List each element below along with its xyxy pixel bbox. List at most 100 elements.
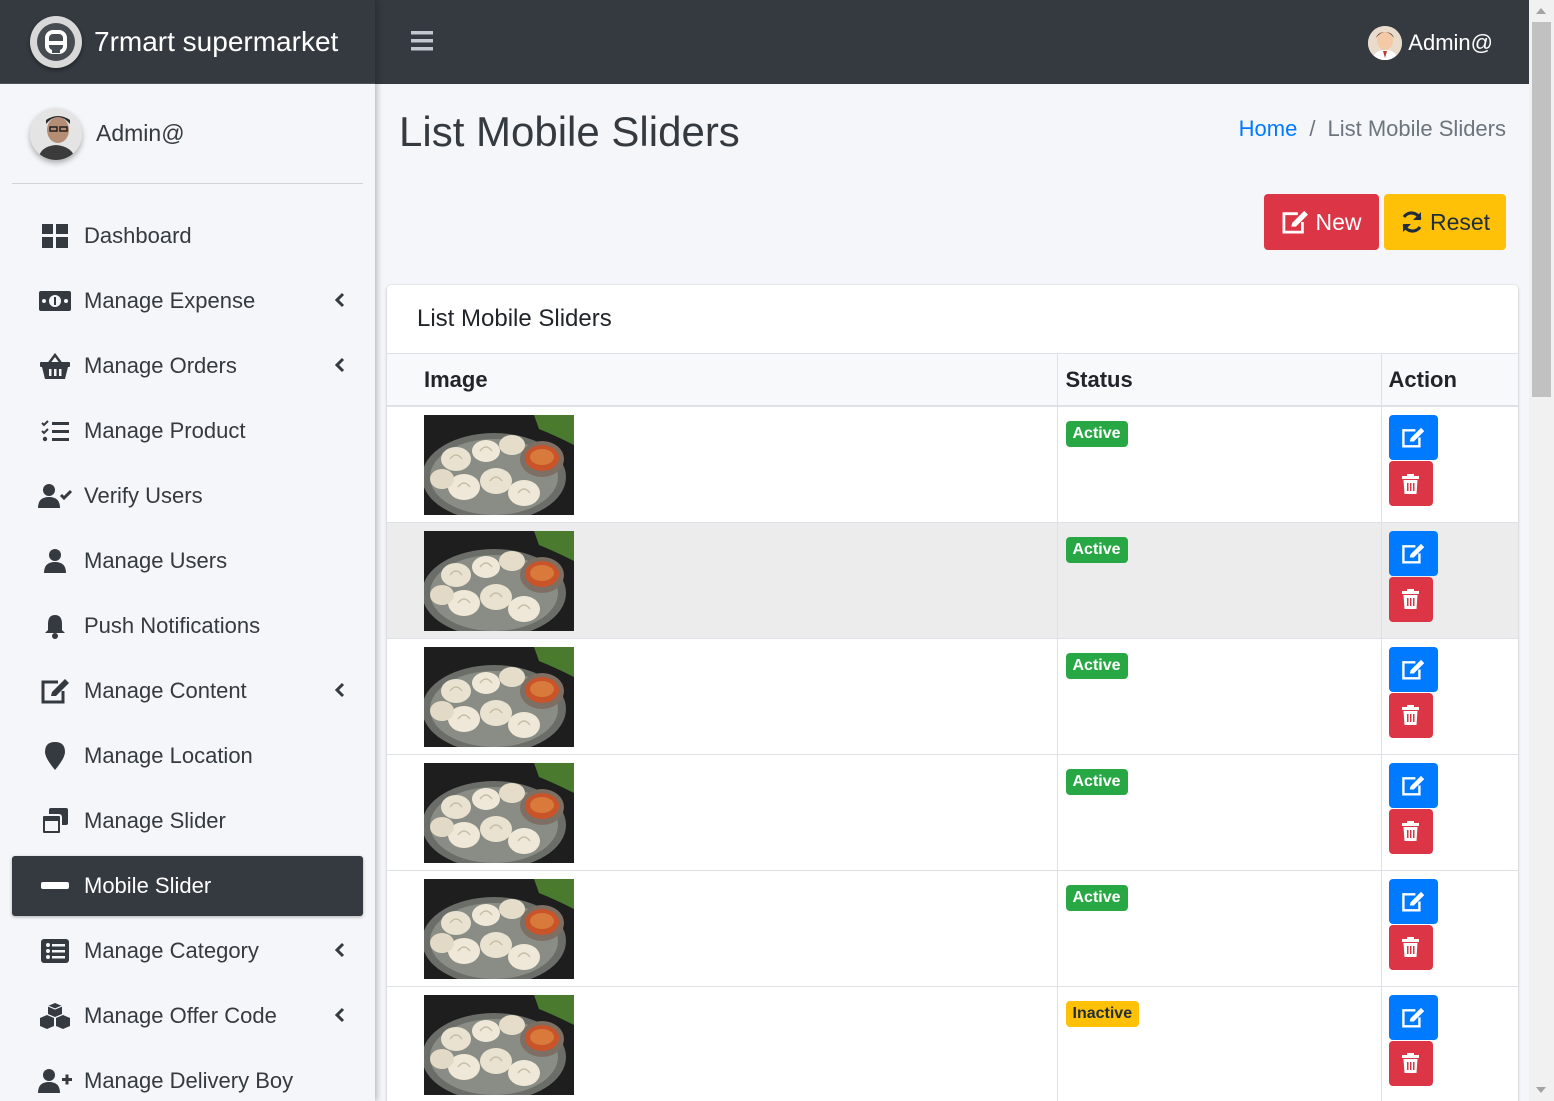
sidebar-item-label: Manage Offer Code — [84, 1003, 277, 1028]
sidebar-item-manage-product[interactable]: Manage Product — [12, 401, 363, 461]
delete-button[interactable] — [1388, 808, 1433, 854]
slider-image — [424, 878, 574, 979]
user-icon — [38, 547, 72, 575]
edit-icon — [38, 677, 72, 705]
top-navbar: Admin@ — [375, 0, 1529, 84]
sidebar-item-manage-users[interactable]: Manage Users — [12, 531, 363, 591]
table-row: Active — [387, 754, 1518, 871]
sidebar-item-label: Manage Product — [84, 418, 246, 443]
sidebar-user-avatar[interactable] — [30, 107, 82, 160]
edit-button[interactable] — [1388, 530, 1438, 576]
table-row: Active — [387, 522, 1518, 639]
sliders-card: List Mobile Sliders Image Status Action — [387, 285, 1518, 1101]
bell-icon — [38, 612, 72, 640]
trash-icon — [1402, 937, 1419, 957]
map-marker-icon — [38, 742, 72, 770]
delete-button[interactable] — [1388, 924, 1433, 970]
list-alt-icon — [38, 937, 72, 965]
sidebar-item-manage-slider[interactable]: Manage Slider — [12, 791, 363, 851]
sidebar-user-name[interactable]: Admin@ — [96, 120, 185, 147]
delete-button[interactable] — [1388, 1040, 1433, 1086]
breadcrumb: Home / List Mobile Sliders — [1239, 116, 1506, 142]
sidebar-item-label: Dashboard — [84, 223, 192, 248]
column-header-image[interactable]: Image — [387, 354, 1058, 407]
sidebar-item-label: Push Notifications — [84, 613, 261, 638]
edit-icon — [1402, 659, 1425, 679]
table-row: Active — [387, 870, 1518, 987]
user-plus-icon — [38, 1067, 72, 1095]
brand-logo — [30, 15, 82, 68]
hamburger-menu-icon[interactable] — [411, 31, 433, 56]
edit-button[interactable] — [1388, 646, 1438, 692]
basket-icon — [38, 352, 72, 380]
sidebar-item-label: Verify Users — [84, 483, 203, 508]
brand-name: 7rmart supermarket — [94, 25, 339, 57]
sidebar-item-label: Manage Delivery Boy — [84, 1068, 294, 1093]
sidebar-item-manage-offer-code[interactable]: Manage Offer Code — [12, 986, 363, 1046]
trash-icon — [1402, 1053, 1419, 1073]
trash-icon — [1402, 473, 1419, 494]
delete-button[interactable] — [1388, 461, 1433, 506]
edit-icon — [1402, 543, 1425, 563]
sidebar-item-manage-category[interactable]: Manage Category — [12, 921, 363, 981]
window-restore-icon — [38, 807, 72, 835]
edit-icon — [1402, 775, 1425, 795]
tasks-list-icon — [38, 417, 72, 445]
column-header-action: Action — [1381, 354, 1518, 407]
edit-icon — [1402, 891, 1425, 911]
sidebar-item-manage-orders[interactable]: Manage Orders — [12, 336, 363, 396]
breadcrumb-current: List Mobile Sliders — [1327, 116, 1506, 141]
sidebar-item-label: Manage Expense — [84, 288, 256, 313]
top-user-name: Admin@ — [1408, 30, 1493, 55]
sidebar-item-label: Manage Category — [84, 938, 259, 963]
top-user-menu[interactable]: Admin@ — [1368, 26, 1493, 60]
new-button[interactable]: New — [1264, 194, 1379, 250]
sidebar-item-label: Manage Users — [84, 548, 228, 573]
sidebar-item-manage-content[interactable]: Manage Content — [12, 661, 363, 721]
sidebar-item-manage-expense[interactable]: Manage Expense — [12, 271, 363, 331]
sidebar-item-verify-users[interactable]: Verify Users — [12, 466, 363, 526]
reset-button[interactable]: Reset — [1384, 194, 1506, 250]
breadcrumb-separator: / — [1309, 116, 1316, 141]
cubes-icon — [38, 1002, 72, 1030]
page-scrollbar[interactable] — [1529, 0, 1554, 1101]
edit-button[interactable] — [1388, 762, 1438, 808]
edit-icon — [1402, 1007, 1425, 1027]
status-badge: Inactive — [1065, 1000, 1140, 1027]
brand-link[interactable]: 7rmart supermarket — [0, 0, 375, 84]
slider-image — [424, 994, 574, 1095]
chevron-left-icon — [335, 942, 345, 958]
scroll-up-arrow-icon[interactable] — [1536, 8, 1546, 14]
sidebar-item-manage-location[interactable]: Manage Location — [12, 726, 363, 786]
minus-icon — [38, 872, 72, 900]
scroll-down-arrow-icon[interactable] — [1536, 1087, 1546, 1093]
slider-image — [424, 646, 574, 747]
table-header-row: Image Status Action — [387, 354, 1518, 407]
trash-icon — [1402, 589, 1419, 609]
sidebar-item-label: Manage Slider — [84, 808, 226, 833]
sidebar-item-manage-delivery-boy[interactable]: Manage Delivery Boy — [12, 1051, 363, 1101]
edit-icon — [1283, 210, 1309, 234]
sidebar-item-push-notifications[interactable]: Push Notifications — [12, 596, 363, 656]
table-row: Active — [387, 406, 1518, 523]
edit-button[interactable] — [1388, 415, 1438, 460]
chevron-left-icon — [335, 1007, 345, 1023]
edit-button[interactable] — [1388, 878, 1438, 924]
edit-button[interactable] — [1388, 994, 1438, 1040]
delete-button[interactable] — [1388, 576, 1433, 622]
main-sidebar: 7rmart supermarket Admin@ Dashboard Mana… — [0, 0, 375, 1101]
chevron-left-icon — [335, 357, 345, 373]
user-check-icon — [38, 482, 72, 510]
table-row: Active — [387, 638, 1518, 755]
column-header-status[interactable]: Status — [1057, 354, 1382, 407]
scroll-thumb[interactable] — [1532, 22, 1551, 397]
trash-icon — [1402, 705, 1419, 725]
slider-image — [424, 530, 574, 631]
sidebar-item-dashboard[interactable]: Dashboard — [12, 206, 363, 266]
breadcrumb-home-link[interactable]: Home — [1239, 116, 1298, 142]
dashboard-icon — [38, 222, 72, 250]
status-badge: Active — [1065, 768, 1128, 795]
sidebar-item-mobile-slider[interactable]: Mobile Slider — [12, 856, 363, 916]
delete-button[interactable] — [1388, 692, 1433, 738]
sliders-table: Image Status Action Active Active Active… — [387, 354, 1518, 1101]
